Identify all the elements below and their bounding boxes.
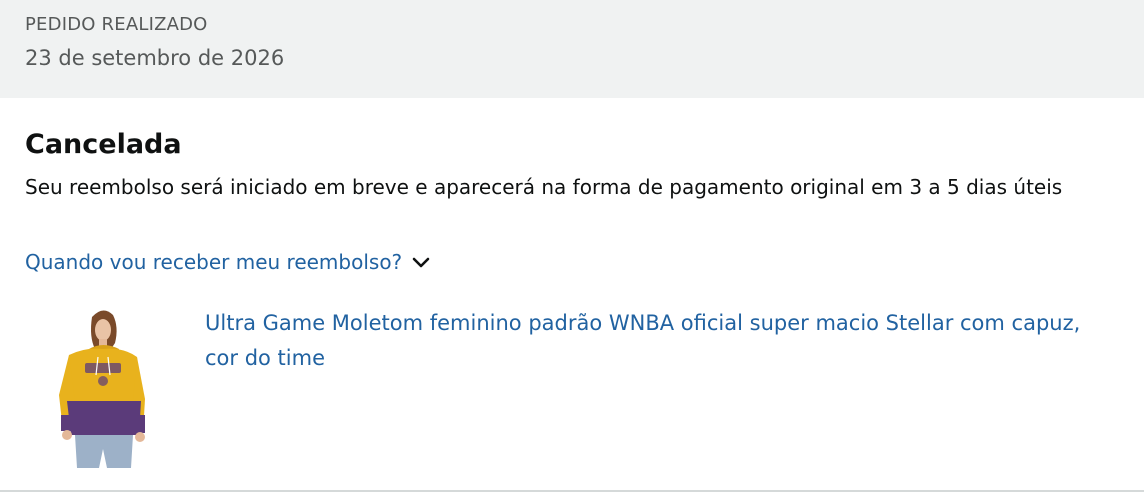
order-header: PEDIDO REALIZADO 23 de setembro de 2026 [0, 0, 1144, 98]
order-placed-date: 23 de setembro de 2026 [25, 46, 285, 70]
product-title-link[interactable]: Ultra Game Moletom feminino padrão WNBA … [205, 306, 1105, 376]
chevron-down-icon[interactable] [410, 251, 432, 273]
order-card: PEDIDO REALIZADO 23 de setembro de 2026 … [0, 0, 1144, 492]
refund-info-link[interactable]: Quando vou receber meu reembolso? [25, 246, 402, 278]
order-placed-label: PEDIDO REALIZADO [25, 14, 208, 35]
product-image[interactable] [45, 303, 160, 468]
refund-status-message: Seu reembolso será iniciado em breve e a… [25, 175, 1063, 199]
refund-info-toggle[interactable]: Quando vou receber meu reembolso? [25, 246, 432, 278]
order-status-title: Cancelada [25, 129, 182, 160]
